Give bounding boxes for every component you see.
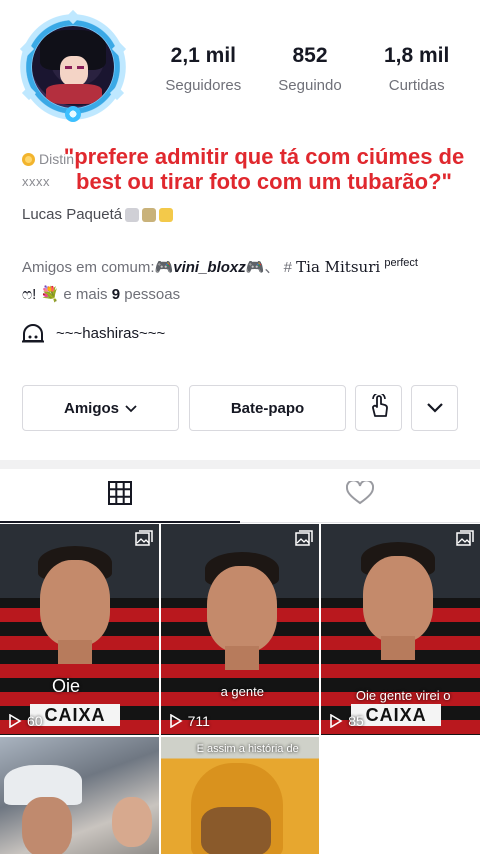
profile-stats: 2,1 mil Seguidores 852 Seguindo 1,8 mil … — [150, 44, 470, 94]
avatar-image — [32, 26, 114, 108]
followers-stat[interactable]: 2,1 mil Seguidores — [150, 44, 257, 94]
mutual-more-count: 9 — [111, 286, 121, 303]
emoji-icon — [125, 207, 140, 222]
likes-stat[interactable]: 1,8 mil Curtidas — [363, 44, 470, 94]
following-count: 852 — [292, 44, 328, 67]
video-thumbnail[interactable] — [0, 737, 159, 854]
chat-button[interactable]: Bate-papo — [189, 385, 346, 431]
video-thumbnail[interactable]: a gente 711 — [160, 524, 320, 735]
mutual-more-suffix: pessoas — [124, 286, 181, 303]
badge-icon — [22, 152, 35, 166]
heart-outline-icon — [345, 479, 375, 510]
emoji-icon — [159, 207, 174, 222]
gamepad-icon: 🎮 — [154, 259, 174, 276]
video-caption: a gente — [220, 684, 264, 699]
mutual-more-prefix: e mais — [63, 286, 108, 303]
video-caption: E assim a história de — [196, 743, 299, 755]
emoji-icon — [142, 207, 157, 222]
mutual-friend-2-sup: perfect — [384, 257, 418, 269]
friends-button-label: Amigos — [63, 399, 119, 417]
mutual-friend-2: Tia Mitsuri — [296, 258, 381, 276]
friends-button[interactable]: Amigos — [22, 385, 179, 431]
tab-liked[interactable] — [240, 469, 480, 522]
bio-text-3: Lucas Paquetá — [22, 206, 123, 223]
following-stat[interactable]: 852 Seguindo — [257, 44, 364, 94]
more-options-button[interactable] — [411, 385, 458, 431]
photo-icon — [456, 530, 474, 546]
empty-slot — [321, 737, 480, 854]
play-icon — [330, 714, 343, 728]
mutual-line2-start: ෆ! — [22, 286, 37, 303]
content-tabs — [0, 469, 480, 523]
photo-icon — [134, 530, 153, 546]
play-icon — [169, 714, 183, 728]
video-thumbnail[interactable]: E assim a história de — [160, 737, 320, 854]
mutual-separator: 、 # — [264, 259, 292, 276]
video-caption: Oie — [52, 676, 81, 696]
sponsor-logo: CAIXA — [30, 704, 120, 726]
mutual-friend-1: vini_bloxz — [173, 259, 246, 276]
group-icon — [22, 322, 44, 344]
following-label: Seguindo — [278, 77, 342, 94]
chevron-down-icon — [125, 400, 137, 417]
gamepad-icon: 🎮 — [245, 259, 265, 276]
play-icon — [9, 714, 22, 728]
bio-line-3: Lucas Paquetá — [22, 206, 462, 223]
view-count: 60 — [8, 713, 43, 729]
mutual-prefix: Amigos em comum: — [22, 259, 155, 276]
grid-icon — [108, 481, 132, 510]
section-divider — [0, 460, 480, 469]
overlay-quote-text: "prefere admitir que tá com ciúmes de be… — [63, 144, 465, 194]
chat-button-label: Bate-papo — [230, 399, 305, 417]
group-link[interactable]: ~~~hashiras~~~ — [22, 322, 165, 344]
video-grid: Oie CAIXA 60 a gente 711 Oie gente virei… — [0, 524, 480, 854]
followers-count: 2,1 mil — [170, 44, 237, 67]
poke-button[interactable] — [355, 385, 402, 431]
flower-icon: 💐 — [40, 286, 60, 303]
chevron-down-icon — [426, 400, 443, 417]
video-thumbnail[interactable]: Oie gente virei o Paquetá CAIXA 85 — [321, 524, 480, 735]
mutual-friends[interactable]: Amigos em comum:🎮vini_bloxz🎮、 # Tia Mits… — [22, 250, 462, 308]
group-name: ~~~hashiras~~~ — [56, 324, 166, 342]
sponsor-logo: CAIXA — [351, 704, 442, 726]
tab-videos[interactable] — [0, 469, 240, 523]
likes-label: Curtidas — [388, 77, 445, 94]
followers-label: Seguidores — [165, 77, 242, 94]
view-count: 85 — [329, 713, 364, 729]
video-thumbnail[interactable]: Oie CAIXA 60 — [0, 524, 159, 735]
likes-count: 1,8 mil — [383, 44, 450, 67]
hand-tap-icon — [368, 392, 390, 422]
photo-icon — [295, 530, 313, 546]
view-count: 711 — [169, 713, 210, 729]
profile-avatar[interactable] — [19, 9, 127, 122]
avatar-gem-icon — [65, 106, 81, 122]
